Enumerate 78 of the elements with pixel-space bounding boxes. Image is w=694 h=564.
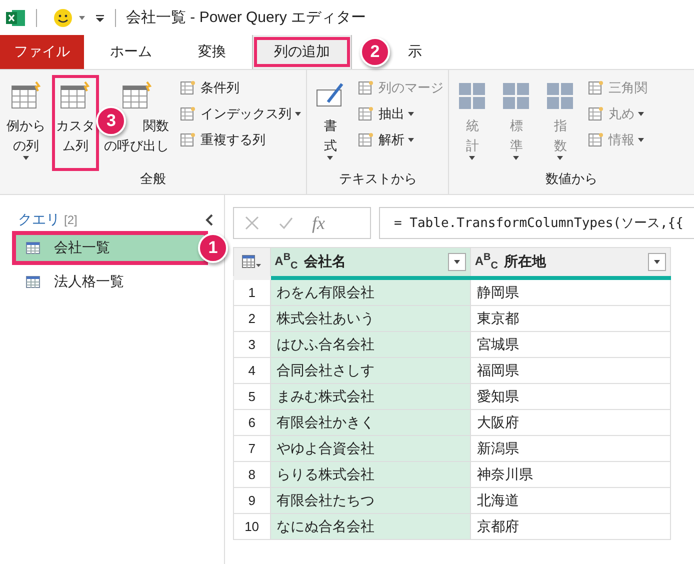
table-cell: 宮城県 <box>470 332 670 358</box>
step-number-badge: 1 <box>198 233 228 263</box>
column-icon <box>588 132 604 148</box>
row-number: 3 <box>234 332 270 358</box>
row-number: 9 <box>234 488 270 514</box>
ribbon-button[interactable]: 抽出 <box>356 102 446 126</box>
pane-title: クエリ <box>18 211 60 229</box>
column-icon <box>588 80 604 96</box>
table-cell: 東京都 <box>470 306 670 332</box>
ribbon-tab[interactable]: 列の追加 <box>252 35 352 69</box>
table-cell: やゆよ合資会社 <box>270 436 470 462</box>
row-number: 8 <box>234 462 270 488</box>
ribbon-button[interactable]: 書式 <box>310 76 350 170</box>
table-cell: なにぬ合名会社 <box>270 514 470 540</box>
column-icon <box>180 132 196 148</box>
caret-icon[interactable] <box>79 16 85 20</box>
ribbon-tab[interactable]: 示 <box>388 35 442 69</box>
table-cell: 北海道 <box>470 488 670 514</box>
column-icon <box>358 106 374 122</box>
ribbon-button[interactable]: 条件列 <box>178 76 304 100</box>
step-number-badge: 2 <box>360 37 390 67</box>
ribbon-button[interactable]: 例からの列 <box>3 76 49 170</box>
table-cell: 新潟県 <box>470 436 670 462</box>
ribbon-button[interactable]: インデックス列 <box>178 102 304 126</box>
column-icon <box>358 80 374 96</box>
table-cell: 愛知県 <box>470 384 670 410</box>
column-icon <box>180 80 196 96</box>
column-icon <box>588 106 604 122</box>
row-number: 6 <box>234 410 270 436</box>
row-number: 10 <box>234 514 270 540</box>
row-number: 2 <box>234 306 270 332</box>
query-item[interactable]: 法人格一覧 <box>14 267 206 297</box>
step-number-badge: 3 <box>96 106 126 136</box>
ribbon-button[interactable]: 重複する列 <box>178 128 304 152</box>
ribbon-tab[interactable]: ファイル <box>0 35 84 69</box>
row-number: 7 <box>234 436 270 462</box>
formula-field[interactable]: = Table.TransformColumnTypes(ソース,{{ <box>379 207 694 239</box>
table-cell: 静岡県 <box>470 278 670 306</box>
group-label: テキストから <box>338 170 418 188</box>
table-cell: 株式会社あいう <box>270 306 470 332</box>
group-label: 数値から <box>544 170 599 188</box>
table-cell: まみむ株式会社 <box>270 384 470 410</box>
check-icon[interactable] <box>278 215 294 231</box>
row-number: 1 <box>234 278 270 306</box>
column-header[interactable]: A$^{B}$$_{C}$ 会社名 <box>270 248 470 278</box>
group-label: 全般 <box>139 170 168 188</box>
column-icon <box>180 106 196 122</box>
table-icon <box>26 276 40 288</box>
table-cell: 京都府 <box>470 514 670 540</box>
window-title: 会社一覧 - Power Query エディター <box>126 8 366 27</box>
table-cell: らりる株式会社 <box>270 462 470 488</box>
smiley-icon[interactable] <box>53 8 73 28</box>
table-cell: 大阪府 <box>470 410 670 436</box>
row-number: 5 <box>234 384 270 410</box>
column-header[interactable]: A$^{B}$$_{C}$ 所在地 <box>470 248 670 278</box>
table-cell: わをん有限会社 <box>270 278 470 306</box>
table-cell: 神奈川県 <box>470 462 670 488</box>
table-cell: 福岡県 <box>470 358 670 384</box>
ribbon-tab[interactable]: ホーム <box>90 35 172 69</box>
customize-menu-icon[interactable] <box>95 12 105 22</box>
row-number: 4 <box>234 358 270 384</box>
table-menu-icon[interactable] <box>242 255 262 269</box>
ribbon-tab[interactable]: 変換 <box>178 35 246 69</box>
table-cell: 合同会社さしす <box>270 358 470 384</box>
ribbon-button[interactable]: 解析 <box>356 128 446 152</box>
filter-dropdown-button[interactable] <box>448 252 466 271</box>
ribbon-button[interactable]: カスタム列 <box>52 76 98 170</box>
table-icon <box>26 242 40 254</box>
table-cell: はひふ合名会社 <box>270 332 470 358</box>
filter-dropdown-button[interactable] <box>648 252 666 271</box>
table-cell: 有限会社かきく <box>270 410 470 436</box>
query-count: [2] <box>64 213 78 227</box>
column-icon <box>358 132 374 148</box>
collapse-icon[interactable] <box>204 214 214 226</box>
spreadsheet-app-icon <box>6 8 26 26</box>
query-item[interactable]: 会社一覧 <box>14 233 206 263</box>
table-cell: 有限会社たちつ <box>270 488 470 514</box>
function-button[interactable]: fx <box>312 212 325 234</box>
